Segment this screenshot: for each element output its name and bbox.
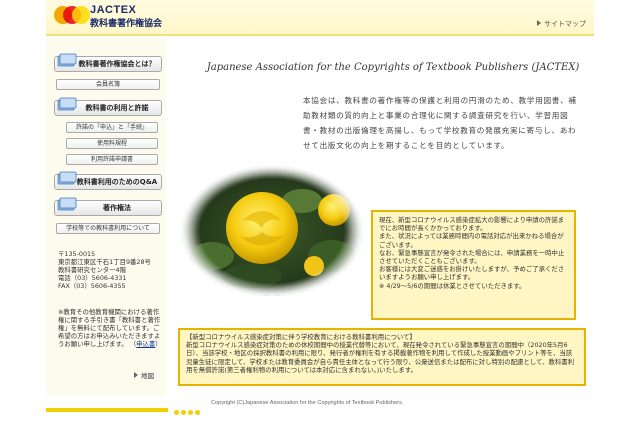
nav-application-form[interactable]: 利用許諾申請書 <box>66 154 158 165</box>
postal-code: 〒135-0015 <box>58 250 96 258</box>
nav-use-and-permission[interactable]: 教科書の利用と許諾 <box>54 97 162 116</box>
nav-label: 学校等での教科書利用について <box>66 225 150 232</box>
intro-text: 本協会は、教科書の著作権等の保護と利用の円滑のため、教学用図書、補助教材類の質的… <box>303 96 577 150</box>
logo-jp: 教科書著作権協会 <box>90 19 163 29</box>
contact-address: 〒135-0015 東京都江東区千石1丁目9番28号 教科書研究センター4階 電… <box>58 250 163 290</box>
arrow-right-icon <box>537 20 541 26</box>
notice-line: お客様には大変ご迷惑をお掛けいたしますが、予めご了承くださいますようお願い申し上… <box>379 265 565 282</box>
decorative-dots <box>174 400 202 419</box>
nav-label: 教科書の利用と許諾 <box>85 104 149 112</box>
nav-label: 会員名簿 <box>95 81 120 88</box>
nav-school-textbook-use[interactable]: 学校等での教科書利用について <box>56 223 160 234</box>
yellow-rose-image <box>182 166 362 296</box>
book-icon <box>57 97 77 111</box>
phone: 電話（03）5606-4331 <box>58 274 127 282</box>
notice-line: なお、緊急事態宣言が発令された場合には、申請業務を一時中止させていただくこともご… <box>379 248 565 266</box>
page-title: Japanese Association for the Copyrights … <box>206 62 580 73</box>
nav-fee-rules[interactable]: 使用料規程 <box>66 138 158 149</box>
nav-label: 使用料規程 <box>96 140 127 147</box>
notice-heading: 【新型コロナウイルス感染症対策に伴う学校教育における教科書利用について】 <box>186 333 416 341</box>
rose-photo-icon <box>182 166 362 296</box>
notice-line: ※ 4/29～5/6の期間は休業とさせていただきます。 <box>379 281 526 290</box>
copyright: Copyright (C)Japanese Association for th… <box>211 400 404 406</box>
footer-bar <box>46 408 168 412</box>
school-use-notice: 【新型コロナウイルス感染症対策に伴う学校教育における教科書利用について】 新型コ… <box>178 328 586 386</box>
apply-form-link[interactable]: 申込書 <box>136 340 155 348</box>
nav-copyright-law[interactable]: 著作権法 <box>54 197 162 216</box>
notice-line: 現在、新型コロナウイルス感染症拡大の影響により申請の許諾までにお時間が長くかかっ… <box>379 216 565 233</box>
nav-application-procedure[interactable]: 許諾の「申込」と「手続」 <box>66 122 158 133</box>
nav-label: 許諾の「申込」と「手続」 <box>75 124 148 131</box>
sitemap-link[interactable]: サイトマップ <box>537 19 586 29</box>
sitemap-label: サイトマップ <box>544 20 586 28</box>
handbook-note: ※教育その他教育機関における著作権に関する手引き書「教科書と著作権」を無料にて配… <box>58 308 162 348</box>
jactex-logo-icon[interactable] <box>54 3 90 27</box>
map-label: 地図 <box>141 372 154 380</box>
nav-about[interactable]: 教科書著作権協会とは？ <box>54 53 162 72</box>
covid-notice: 現在、新型コロナウイルス感染症拡大の影響により申請の許諾までにお時間が長くかかっ… <box>371 210 576 320</box>
nav-label: 著作権法 <box>103 204 131 212</box>
building: 教科書研究センター4階 <box>58 266 126 274</box>
nav-label: 利用許諾申請書 <box>90 156 133 163</box>
logo-en: JACTEX <box>90 4 137 16</box>
book-icon <box>57 53 77 67</box>
street-address: 東京都江東区千石1丁目9番28号 <box>58 258 151 266</box>
notice-body: 新型コロナウイルス感染症対策のための休校期間中の授業代替等において、現在発令され… <box>186 341 575 374</box>
map-link[interactable]: 地図 <box>134 370 154 380</box>
fax: FAX（03）5606-4355 <box>58 282 126 290</box>
main-content: Japanese Association for the Copyrights … <box>168 38 594 410</box>
arrow-right-icon <box>134 372 138 378</box>
header: JACTEX 教科書著作権協会 サイトマップ <box>46 0 594 36</box>
nav-qa[interactable]: 教科書利用のためのQ&A <box>54 171 162 190</box>
sidebar: 教科書著作権協会とは？ 会員名簿 教科書の利用と許諾 許諾の「申込」と「手続」 … <box>46 38 166 410</box>
nav-member-list[interactable]: 会員名簿 <box>56 79 160 90</box>
page: JACTEX 教科書著作権協会 サイトマップ 教科書著作権協会とは？ 会員名簿 … <box>46 0 594 426</box>
book-icon <box>57 197 77 211</box>
book-icon <box>57 171 77 185</box>
notice-line: また、状況によっては業務時間内の電話対応が出来かねる場合がございます。 <box>379 232 564 249</box>
